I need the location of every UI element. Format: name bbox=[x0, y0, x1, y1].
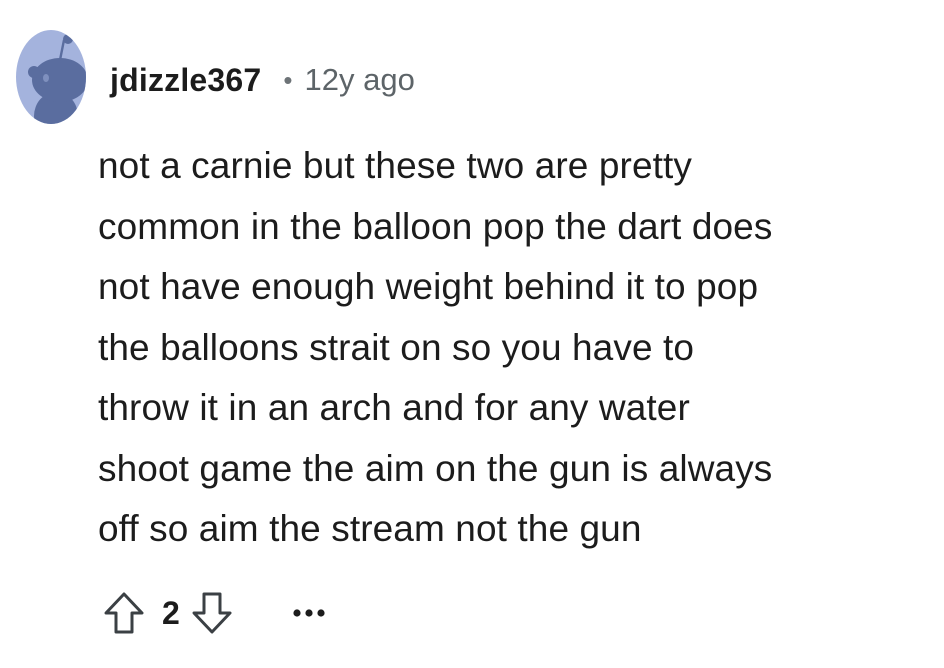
comment-card: jdizzle367 • 12y ago not a carnie but th… bbox=[0, 0, 944, 668]
snoo-avatar-icon bbox=[16, 30, 86, 124]
ellipsis-icon bbox=[293, 609, 325, 617]
meta-separator: • bbox=[283, 65, 293, 95]
comment-meta: jdizzle367 • 12y ago bbox=[110, 58, 415, 102]
username-link[interactable]: jdizzle367 bbox=[110, 62, 261, 99]
comment-body: not a carnie but these two are pretty co… bbox=[98, 145, 773, 549]
arrow-up-icon bbox=[104, 592, 144, 634]
upvote-button[interactable] bbox=[100, 589, 148, 637]
timestamp[interactable]: 12y ago bbox=[305, 62, 415, 98]
avatar[interactable] bbox=[16, 30, 86, 126]
comment-actions: 2 bbox=[100, 582, 326, 644]
arrow-down-icon bbox=[192, 592, 232, 634]
vote-score: 2 bbox=[162, 594, 180, 631]
more-options-button[interactable] bbox=[292, 593, 326, 633]
downvote-button[interactable] bbox=[188, 589, 236, 637]
